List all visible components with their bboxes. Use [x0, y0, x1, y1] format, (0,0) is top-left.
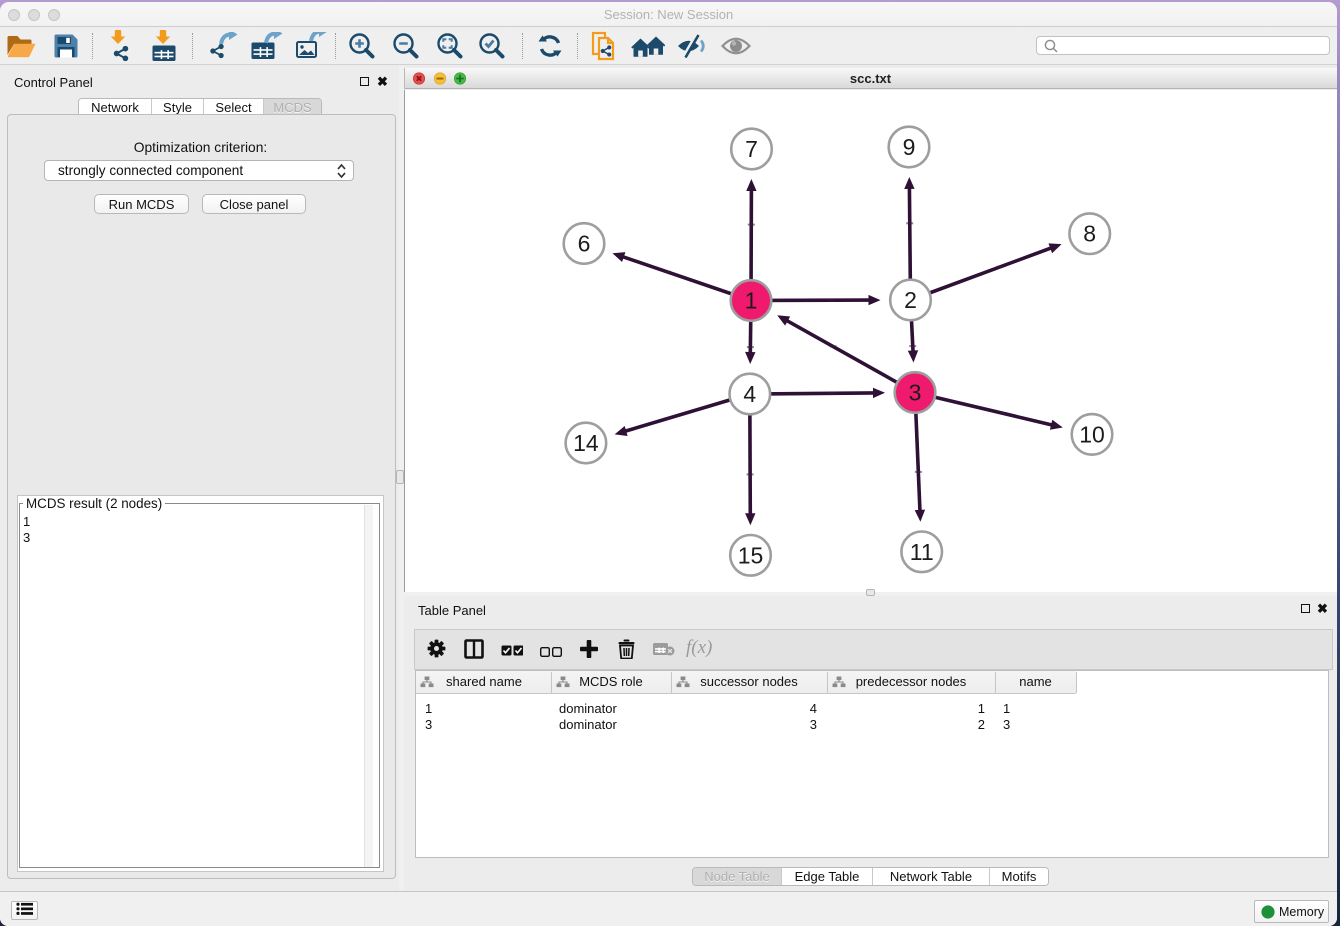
svg-text:7: 7 — [745, 136, 758, 162]
svg-text:8: 8 — [1083, 221, 1096, 247]
svg-text:11: 11 — [910, 539, 934, 565]
svg-text:10: 10 — [1079, 421, 1105, 447]
svg-text:6: 6 — [578, 231, 591, 257]
svg-text:14: 14 — [573, 430, 599, 456]
svg-text:3: 3 — [909, 380, 922, 406]
svg-text:15: 15 — [738, 542, 764, 568]
svg-text:4: 4 — [743, 381, 756, 407]
svg-text:9: 9 — [903, 134, 916, 160]
svg-text:2: 2 — [904, 287, 917, 313]
svg-text:1: 1 — [745, 288, 758, 314]
